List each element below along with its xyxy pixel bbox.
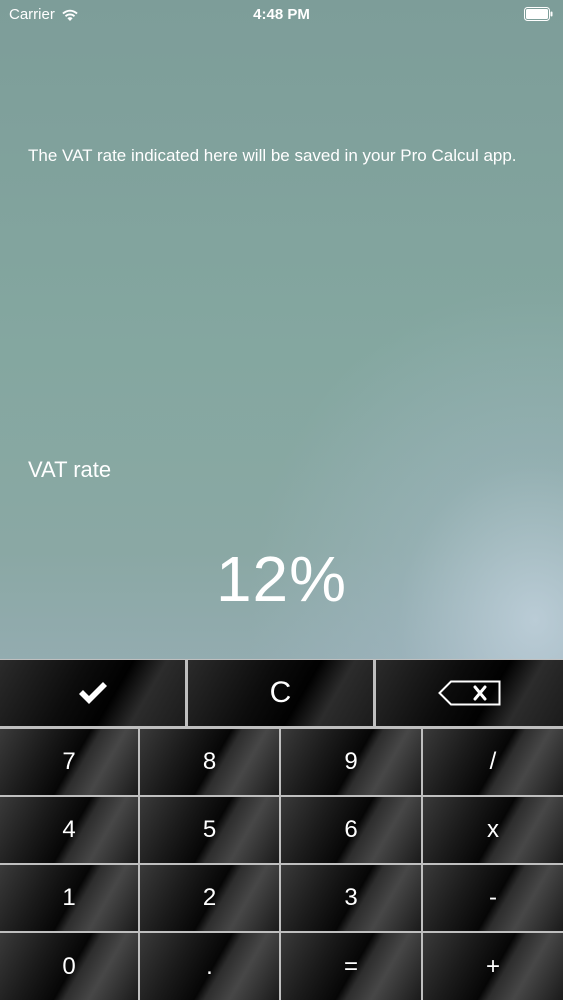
key-2[interactable]: 2 [140,865,279,931]
clear-button-label: C [269,676,292,709]
delete-button[interactable] [376,660,563,726]
app-screen: Carrier 4:48 PM The VAT rate indicated h… [0,0,563,1000]
key-label: 6 [344,816,358,843]
key-label: 1 [62,884,76,911]
vat-rate-label: VAT rate [28,457,112,482]
vat-rate-value: 12% [215,543,348,615]
key-multiply[interactable]: x [423,797,563,863]
key-9[interactable]: 9 [281,729,421,795]
key-label: - [489,884,497,911]
key-1[interactable]: 1 [0,865,138,931]
key-label: / [489,748,497,775]
key-6[interactable]: 6 [281,797,421,863]
key-label: + [485,952,500,980]
key-label: 5 [202,816,217,843]
key-8[interactable]: 8 [140,729,279,795]
key-7[interactable]: 7 [0,729,138,795]
key-label: 0 [62,952,76,980]
status-bar: Carrier 4:48 PM [0,0,563,30]
info-text: The VAT rate indicated here will be save… [28,146,517,165]
status-time: 4:48 PM [253,6,310,23]
key-4[interactable]: 4 [0,797,138,863]
checkmark-icon [77,679,109,707]
key-label: 2 [202,884,217,911]
key-label: = [343,952,358,980]
battery-icon [524,7,554,21]
key-label: 7 [62,748,76,775]
key-divide[interactable]: / [423,729,563,795]
key-label: . [206,952,213,980]
key-label: 4 [62,816,76,843]
key-decimal[interactable]: . [140,933,279,1000]
confirm-button[interactable] [0,660,185,726]
key-plus[interactable]: + [423,933,563,1000]
clear-button[interactable]: C [188,660,373,726]
key-3[interactable]: 3 [281,865,421,931]
key-5[interactable]: 5 [140,797,279,863]
backspace-icon [437,680,502,706]
key-label: x [487,816,499,843]
key-label: 8 [202,748,217,775]
key-label: 9 [344,748,358,775]
key-minus[interactable]: - [423,865,563,931]
key-equals[interactable]: = [281,933,421,1000]
key-label: 3 [344,884,358,911]
keypad: C 7 8 9 / 4 5 6 x 1 2 3 - 0 . = + [0,659,563,1000]
key-0[interactable]: 0 [0,933,138,1000]
